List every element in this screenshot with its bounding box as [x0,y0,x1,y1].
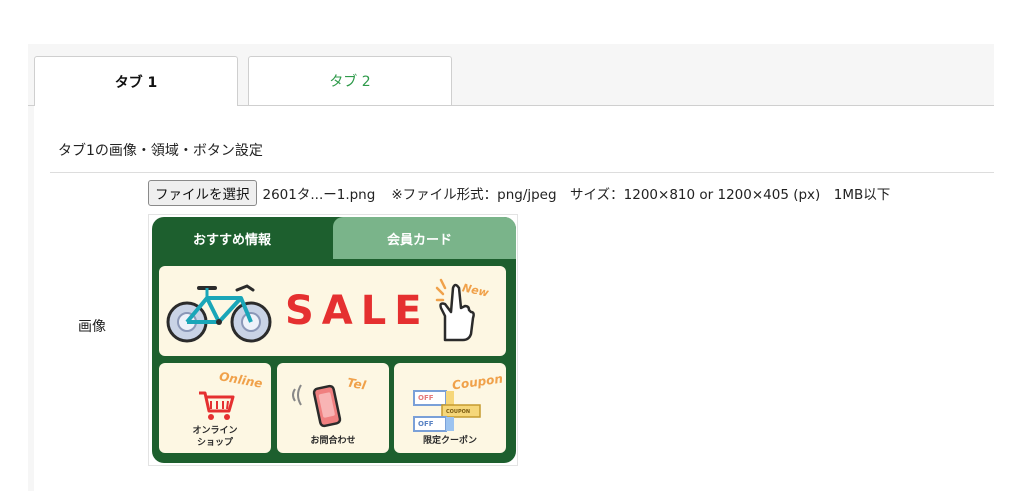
shopping-cart-icon [199,391,235,420]
image-row-label: 画像 [78,319,106,335]
tab-2[interactable]: タブ 2 [248,56,452,105]
file-format-note: ※ファイル形式：png/jpeg サイズ：1200×810 or 1200×40… [391,187,891,203]
card-label-contact: お問合わせ [310,436,356,446]
card-accent-online: Online [218,369,264,391]
coupon-word-label: COUPON [446,409,471,415]
preview-card-online-shop: Online オンライン ショップ [159,363,271,453]
coupon-off-label-top: OFF [418,394,434,402]
image-preview: おすすめ情報 会員カード SALE New Online オンライン ショップ … [148,214,518,466]
bicycle-icon [166,284,272,343]
preview-tab-label-member: 会員カード [387,233,453,248]
card-label-online-shop: オンライン ショップ [192,426,238,448]
settings-panel: タブ 1 タブ 2 タブ1の画像・領域・ボタン設定 画像 ファイルを選択 260… [28,44,994,491]
preview-tab-label-recommend: おすすめ情報 [193,233,272,248]
preview-card-contact: Tel お問合わせ [277,363,389,453]
selected-file-name: 2601タ...ー1.png [262,187,376,203]
phone-icon [292,384,342,428]
preview-sale-banner: SALE New [159,266,506,356]
card-accent-tel: Tel [345,375,367,393]
sale-text: SALE [285,288,430,334]
divider [50,172,994,173]
preview-card-coupon: Coupon OFF COUPON OFF 限定クーポン [394,363,506,453]
tab-content: タブ1の画像・領域・ボタン設定 画像 ファイルを選択 2601タ...ー1.pn… [34,106,994,491]
coupon-off-label-bottom: OFF [418,420,434,428]
file-upload-row: ファイルを選択 2601タ...ー1.png ※ファイル形式：png/jpeg … [148,180,890,206]
tab-1[interactable]: タブ 1 [34,56,238,106]
choose-file-button[interactable]: ファイルを選択 [148,180,257,206]
card-label-coupon: 限定クーポン [422,436,477,446]
section-title: タブ1の画像・領域・ボタン設定 [58,143,263,159]
tab-bar: タブ 1 タブ 2 [28,56,994,106]
